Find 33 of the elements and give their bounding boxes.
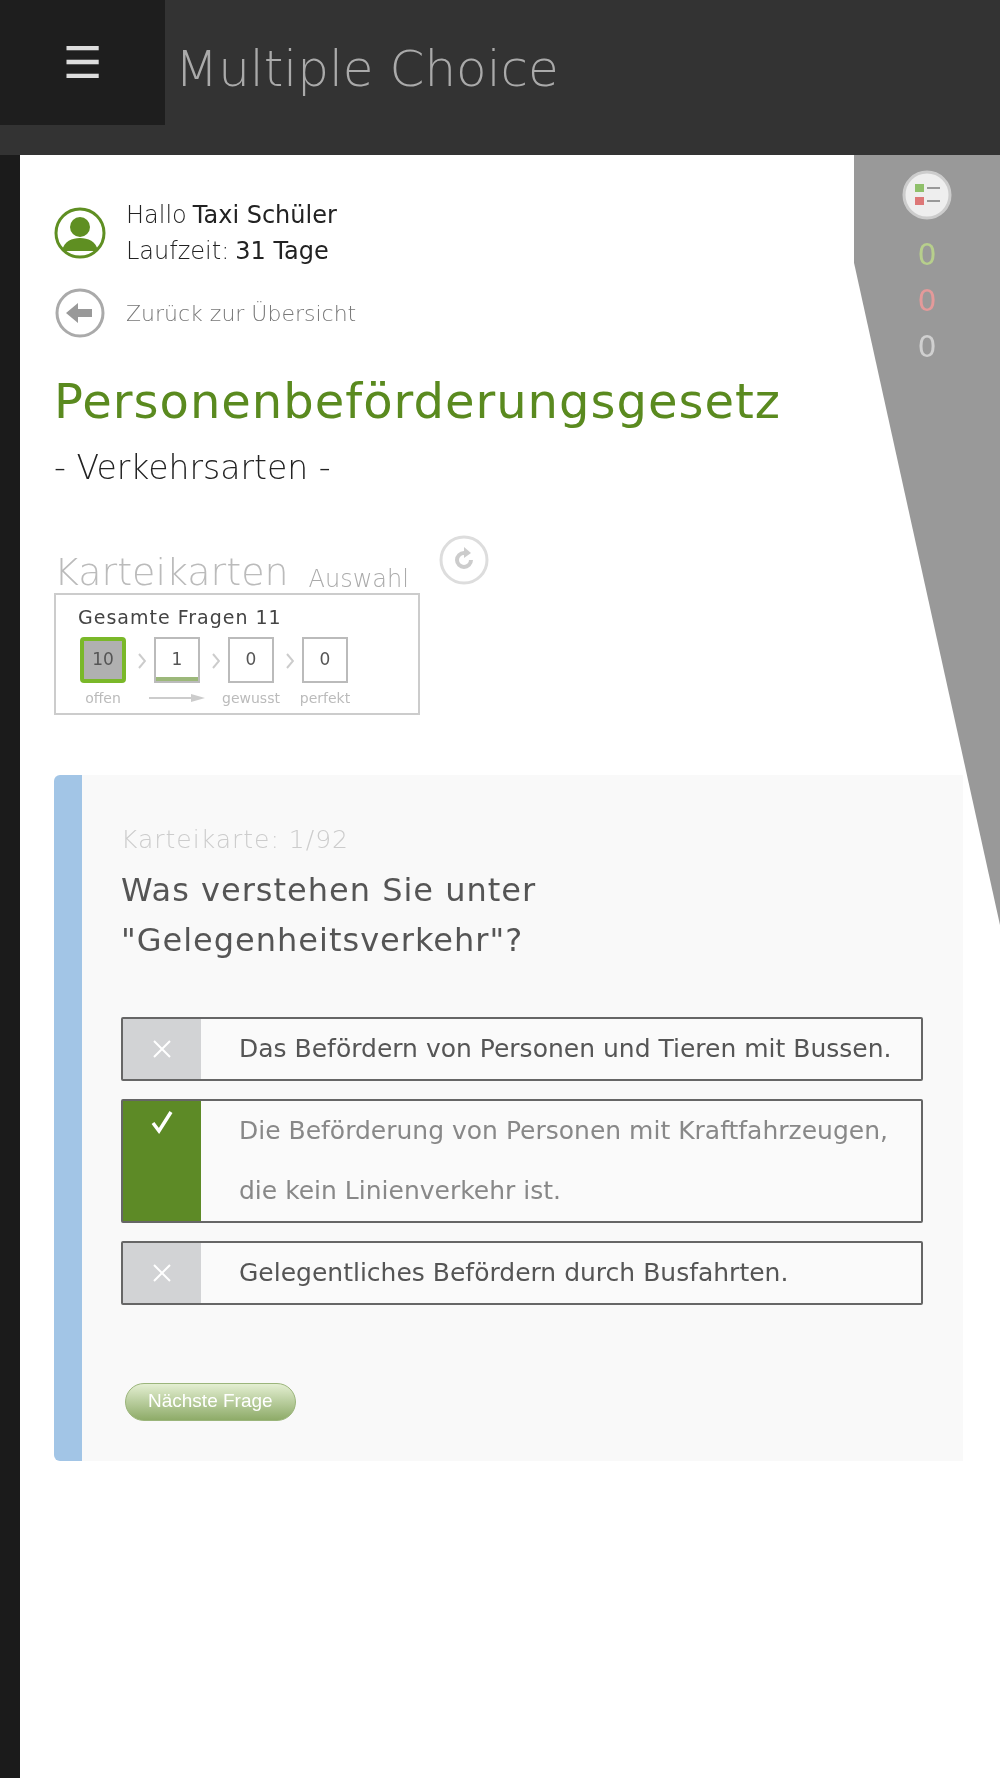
arrow-icon (149, 694, 205, 702)
greeting-text: Hallo (126, 200, 187, 231)
user-avatar-icon (54, 207, 106, 259)
runtime-label: Laufzeit: (126, 236, 230, 267)
page-title: Multiple Choice (175, 39, 559, 100)
stage-label: offen (85, 688, 121, 708)
back-link[interactable]: Zurück zur Übersicht (126, 296, 357, 330)
runtime-value: 31 Tage (235, 236, 329, 267)
topic-title: Personenbeförderungsgesetz (54, 372, 782, 431)
chevron-icon (138, 653, 146, 669)
stage-label: perfekt (299, 688, 351, 708)
answer-option[interactable]: Das Befördern von Personen und Tieren mit Bussen. (121, 1016, 923, 1081)
total-questions: Gesamte Fragen 11 (78, 604, 283, 630)
stage-counter[interactable]: 1 (154, 637, 200, 683)
flashcards-subtitle: Auswahl (308, 566, 409, 591)
question-text: Was verstehen Sie unter "Gelegenheitsverkehr"? (121, 869, 538, 961)
menu-button[interactable]: ☰ (0, 0, 165, 125)
refresh-icon[interactable] (438, 534, 489, 585)
stage-label: gewusst (222, 688, 280, 708)
chevron-icon (286, 653, 294, 669)
user-name: Taxi Schüler (192, 200, 337, 231)
score-count: 0 (917, 282, 937, 320)
flashcards-title: Karteikarten (54, 552, 289, 591)
stage-counter[interactable]: 10 (80, 637, 126, 683)
topic-subtitle: - Verkehrsarten - (54, 447, 332, 489)
stage-counter[interactable]: 0 (228, 637, 274, 683)
chevron-icon (212, 653, 220, 669)
check-icon (150, 1108, 174, 1135)
answer-option[interactable]: Gelegentliches Befördern durch Busfahrten. (121, 1240, 923, 1305)
stage-counter[interactable]: 0 (302, 637, 348, 683)
cross-icon (152, 1262, 172, 1283)
cross-icon (152, 1038, 172, 1059)
results-icon[interactable] (902, 170, 952, 220)
